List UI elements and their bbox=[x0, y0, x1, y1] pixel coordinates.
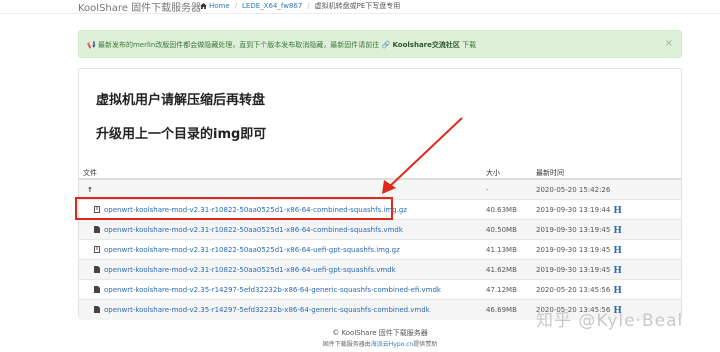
file-size: 46.69MB bbox=[486, 306, 517, 314]
panel-heading-1: 虚拟机用户请解压缩后再转盘 bbox=[96, 93, 266, 108]
hash-badge[interactable]: H bbox=[613, 206, 622, 216]
hash-badge[interactable]: H bbox=[613, 246, 622, 256]
table-row[interactable]: openwrt-koolshare-mod-v2.31-r10822-50aa0… bbox=[79, 260, 681, 280]
parent-dir-link[interactable]: ↑ bbox=[87, 186, 93, 194]
file-date: 2019-09-30 13:19:45 bbox=[536, 266, 611, 274]
table-row[interactable]: openwrt-koolshare-mod-v2.35-r14297-5efd3… bbox=[79, 280, 681, 300]
footer-sponsor-prefix: 固件下载服务器由 bbox=[322, 341, 371, 348]
watermark: 知乎 @Kyle·Beal bbox=[536, 311, 684, 331]
file-icon bbox=[94, 266, 100, 273]
top-navbar: KoolShare 固件下载服务器 Home / LEDE_X64_fw867/虚拟… bbox=[0, 0, 720, 14]
alert-prefix: 最新发布的merlin改版固件都会做隐藏处理，直到下个版本发布取消隐藏，最新固件… bbox=[97, 41, 380, 49]
file-link[interactable]: openwrt-koolshare-mod-v2.31-r10822-50aa0… bbox=[104, 266, 396, 274]
footer-sponsor: 固件下载服务器由海派云Hypo.cn提供赞助 bbox=[0, 339, 720, 348]
file-size: 41.13MB bbox=[486, 246, 517, 254]
file-icon bbox=[94, 306, 100, 313]
file-link[interactable]: openwrt-koolshare-mod-v2.35-r14297-5efd3… bbox=[104, 306, 430, 314]
alert-suffix: 下载 bbox=[462, 41, 477, 49]
breadcrumb-folder[interactable]: LEDE_X64_fw867 bbox=[242, 2, 302, 10]
column-size-header[interactable]: 大小 bbox=[486, 168, 500, 178]
breadcrumb: Home / LEDE_X64_fw867/虚拟机转盘或PE下写盘专用 bbox=[200, 1, 400, 11]
link-icon: 🔗 bbox=[381, 41, 391, 49]
archive-file-icon bbox=[94, 246, 100, 253]
file-size: 41.62MB bbox=[486, 266, 517, 274]
notice-alert: 📢 最新发布的merlin改版固件都会做隐藏处理，直到下个版本发布取消隐藏，最新… bbox=[78, 30, 682, 58]
file-link[interactable]: openwrt-koolshare-mod-v2.35-r14297-5efd3… bbox=[104, 286, 441, 294]
close-icon[interactable]: × bbox=[665, 38, 673, 49]
column-date-header[interactable]: 最新时间 bbox=[536, 168, 564, 178]
megaphone-icon: 📢 bbox=[87, 41, 96, 49]
file-date: 2020-05-20 13:45:56 bbox=[536, 286, 611, 294]
breadcrumb-current: 虚拟机转盘或PE下写盘专用 bbox=[314, 2, 401, 10]
breadcrumb-home[interactable]: Home bbox=[209, 2, 230, 10]
file-icon bbox=[94, 226, 100, 233]
file-date: 2020-05-20 15:42:26 bbox=[536, 186, 611, 194]
file-icon bbox=[94, 286, 100, 293]
footer-sponsor-suffix: 提供赞助 bbox=[413, 341, 438, 348]
alert-message: 📢 最新发布的merlin改版固件都会做隐藏处理，直到下个版本发布取消隐藏，最新… bbox=[87, 40, 476, 50]
file-link[interactable]: openwrt-koolshare-mod-v2.31-r10822-50aa0… bbox=[104, 226, 403, 234]
panel-heading-2: 升级用上一个目录的img即可 bbox=[96, 127, 267, 142]
file-link[interactable]: openwrt-koolshare-mod-v2.31-r10822-50aa0… bbox=[104, 246, 400, 254]
file-date: 2019-09-30 13:19:44 bbox=[536, 206, 611, 214]
column-name-header[interactable]: 文件 bbox=[83, 168, 97, 178]
file-size: 40.50MB bbox=[486, 226, 517, 234]
hash-badge[interactable]: H bbox=[613, 266, 622, 276]
file-size: 40.63MB bbox=[486, 206, 517, 214]
hash-badge[interactable]: H bbox=[613, 226, 622, 236]
file-date: 2019-09-30 13:19:45 bbox=[536, 226, 611, 234]
sponsor-link[interactable]: 海派云Hypo.cn bbox=[371, 341, 413, 348]
table-header: 文件 大小 最新时间 bbox=[79, 164, 681, 180]
table-row[interactable]: openwrt-koolshare-mod-v2.31-r10822-50aa0… bbox=[79, 220, 681, 240]
file-size: 47.12MB bbox=[486, 286, 517, 294]
brand-title[interactable]: KoolShare 固件下载服务器 bbox=[78, 0, 201, 14]
file-panel: 虚拟机用户请解压缩后再转盘 升级用上一个目录的img即可 文件 大小 最新时间 … bbox=[78, 68, 682, 320]
alert-community-link[interactable]: Koolshare交流社区 bbox=[392, 41, 459, 49]
home-icon bbox=[200, 3, 207, 9]
hash-badge[interactable]: H bbox=[613, 286, 622, 296]
file-size: - bbox=[486, 186, 489, 194]
table-row[interactable]: openwrt-koolshare-mod-v2.31-r10822-50aa0… bbox=[79, 240, 681, 260]
file-date: 2019-09-30 13:19:45 bbox=[536, 246, 611, 254]
highlight-box bbox=[75, 197, 393, 220]
